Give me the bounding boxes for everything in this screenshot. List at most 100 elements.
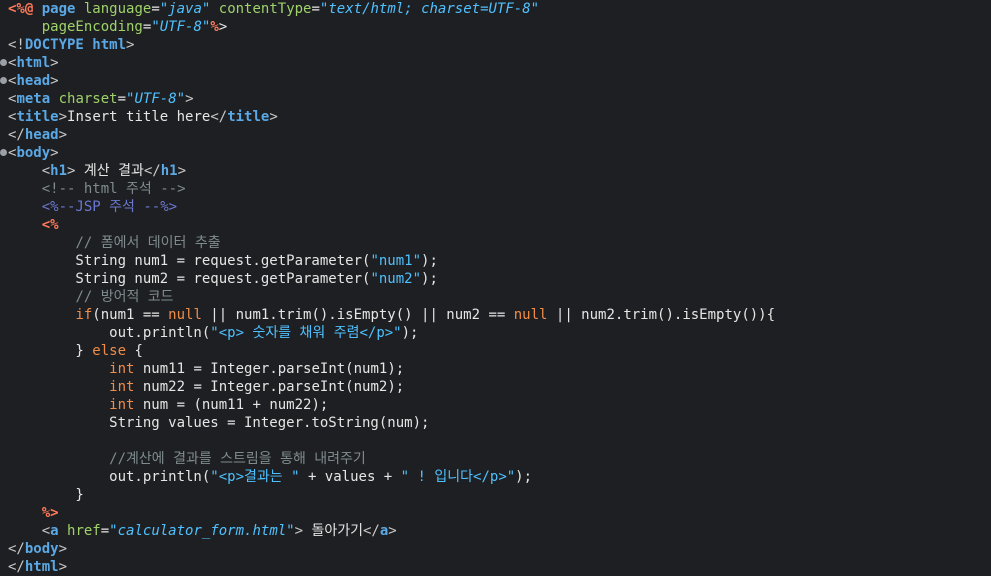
code-line[interactable]: </body> <box>0 540 991 558</box>
code-line[interactable]: int num = (num11 + num22); <box>0 396 991 414</box>
token: = <box>311 1 320 17</box>
token: num11 = Integer.parseInt(num1); <box>134 361 405 377</box>
code-line[interactable]: // 방어적 코드 <box>0 288 991 306</box>
token: 돌아가기 <box>303 523 363 539</box>
code-text: </body> <box>8 540 67 558</box>
code-text: <head> <box>8 72 59 90</box>
code-line[interactable]: if(num1 == null || num1.trim().isEmpty()… <box>0 306 991 324</box>
code-line[interactable]: out.println("<p> 숫자를 채워 주렴</p>"); <box>0 324 991 342</box>
code-line[interactable]: pageEncoding="UTF-8"%> <box>0 18 991 36</box>
code-line[interactable]: <html> <box>0 54 991 72</box>
gutter <box>0 288 8 306</box>
gutter <box>0 126 8 144</box>
code-line[interactable]: <!DOCTYPE html> <box>0 36 991 54</box>
code-line[interactable]: <title>Insert title here</title> <box>0 108 991 126</box>
token: pageEncoding <box>41 19 143 35</box>
token: { <box>126 343 143 359</box>
code-text: <html> <box>8 54 59 72</box>
code-line[interactable]: </head> <box>0 126 991 144</box>
token: "text/html; charset=UTF-8" <box>319 1 540 17</box>
code-text: <!-- html 주석 --> <box>8 180 186 198</box>
gutter <box>0 90 8 108</box>
code-text: int num11 = Integer.parseInt(num1); <box>8 360 404 378</box>
token: = <box>117 91 127 107</box>
code-text: int num22 = Integer.parseInt(num2); <box>8 378 404 396</box>
code-text: String num2 = request.getParameter("num2… <box>8 270 438 288</box>
gutter <box>0 468 8 486</box>
code-text: out.println("<p>결과는 " + values + " ! 입니다… <box>8 468 532 486</box>
token: String num2 = request.getParameter( <box>8 271 371 287</box>
code-text: int num = (num11 + num22); <box>8 396 328 414</box>
code-line[interactable]: <head> <box>0 72 991 90</box>
code-editor[interactable]: <%@ page language="java" contentType="te… <box>0 0 991 576</box>
code-text: </html> <box>8 558 67 576</box>
gutter <box>0 234 8 252</box>
code-line[interactable]: <%@ page language="java" contentType="te… <box>0 0 991 18</box>
code-line[interactable]: int num11 = Integer.parseInt(num1); <box>0 360 991 378</box>
code-text: <meta charset="UTF-8"> <box>8 90 194 108</box>
token: String values = Integer.toString(num); <box>8 415 430 431</box>
fold-marker-icon[interactable] <box>0 59 7 66</box>
token: charset <box>58 91 118 107</box>
code-line[interactable]: <meta charset="UTF-8"> <box>0 90 991 108</box>
token: a <box>50 523 68 539</box>
token: out.println( <box>8 325 211 341</box>
token: 계산 결과 <box>75 163 144 179</box>
token: "num1" <box>370 253 422 269</box>
gutter <box>0 342 8 360</box>
code-line[interactable]: String num2 = request.getParameter("num2… <box>0 270 991 288</box>
token: language <box>83 1 152 17</box>
gutter <box>0 414 8 432</box>
code-line[interactable]: String num1 = request.getParameter("num1… <box>0 252 991 270</box>
code-line[interactable]: <%--JSP 주석 --%> <box>0 198 991 216</box>
fold-marker-icon[interactable] <box>0 77 7 84</box>
token: html <box>24 559 59 575</box>
token: "<p> 숫자를 채워 주렴</p>" <box>210 325 402 341</box>
code-line[interactable]: } <box>0 486 991 504</box>
code-line[interactable]: out.println("<p>결과는 " + values + " ! 입니다… <box>0 468 991 486</box>
code-line[interactable]: %> <box>0 504 991 522</box>
token: ); <box>421 271 438 287</box>
code-line[interactable] <box>0 432 991 450</box>
code-line[interactable]: <a href="calculator_form.html"> 돌아가기</a> <box>0 522 991 540</box>
gutter <box>0 486 8 504</box>
token: < <box>41 523 51 539</box>
code-line[interactable]: int num22 = Integer.parseInt(num2); <box>0 378 991 396</box>
token: </ <box>210 109 228 125</box>
code-line[interactable]: String values = Integer.toString(num); <box>0 414 991 432</box>
code-line[interactable]: <% <box>0 216 991 234</box>
token: 주석 --> <box>117 181 186 197</box>
gutter <box>0 36 8 54</box>
code-line[interactable]: <body> <box>0 144 991 162</box>
token: < <box>41 163 51 179</box>
code-text: </head> <box>8 126 67 144</box>
token: <% <box>41 217 59 233</box>
token: title <box>16 109 59 125</box>
token: Insert title here <box>67 109 211 125</box>
code-text: <title>Insert title here</title> <box>8 108 278 126</box>
token: > <box>177 163 186 179</box>
code-line[interactable]: <!-- html 주석 --> <box>0 180 991 198</box>
fold-marker-icon[interactable] <box>0 149 7 156</box>
gutter <box>0 180 8 198</box>
code-line[interactable]: </html> <box>0 558 991 576</box>
code-text: %> <box>8 504 59 522</box>
code-line[interactable]: // 폼에서 데이터 추출 <box>0 234 991 252</box>
gutter <box>0 306 8 324</box>
token: page <box>41 1 84 17</box>
gutter <box>0 360 8 378</box>
code-line[interactable]: <h1> 계산 결과</h1> <box>0 162 991 180</box>
token: <!-- <box>41 181 84 197</box>
code-text: <%--JSP 주석 --%> <box>8 198 177 216</box>
token: num = (num11 + num22); <box>134 397 329 413</box>
token: "UTF-8" <box>126 91 186 107</box>
code-line[interactable]: } else { <box>0 342 991 360</box>
token: else <box>92 343 127 359</box>
code-line[interactable]: //계산에 결과를 스트림을 통해 내려주기 <box>0 450 991 468</box>
code-text: pageEncoding="UTF-8"%> <box>8 18 227 36</box>
